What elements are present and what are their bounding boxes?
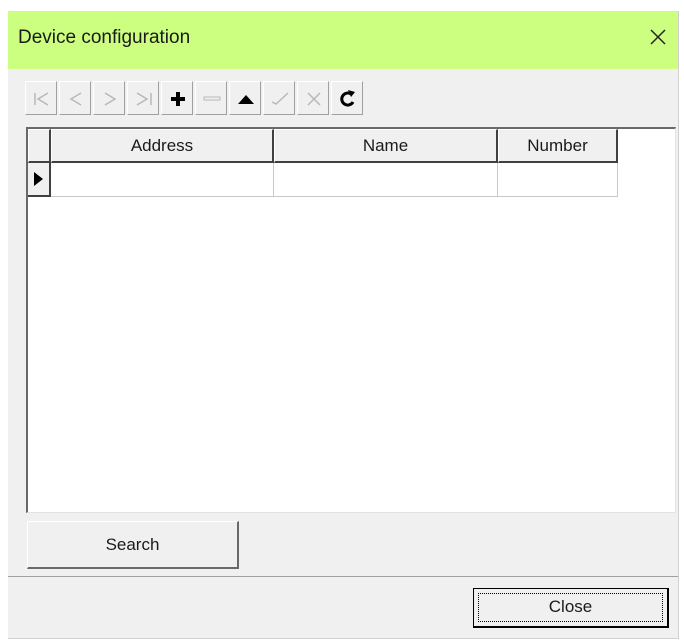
edit-record-icon <box>238 95 254 104</box>
last-record-icon <box>136 92 152 106</box>
close-icon <box>650 29 666 45</box>
close-button[interactable]: Close <box>473 588 669 628</box>
edit-record-button[interactable] <box>229 81 261 115</box>
window-title: Device configuration <box>18 27 191 48</box>
first-record-button[interactable] <box>25 81 57 115</box>
next-record-icon <box>104 92 117 106</box>
title-bar: Device configuration <box>8 11 678 69</box>
device-configuration-window: Device configuration Address Name Number… <box>8 11 679 639</box>
insert-record-button[interactable] <box>161 81 193 115</box>
column-header-number[interactable]: Number <box>498 129 618 163</box>
delete-record-icon <box>203 96 221 101</box>
post-edit-button[interactable] <box>263 81 295 115</box>
prior-record-button[interactable] <box>59 81 91 115</box>
cell-name[interactable] <box>274 163 498 197</box>
column-header-address[interactable]: Address <box>51 129 274 163</box>
cell-number[interactable] <box>498 163 618 197</box>
prior-record-icon <box>69 92 82 106</box>
device-grid[interactable]: Address Name Number <box>26 127 676 513</box>
current-row-arrow-icon <box>34 172 43 186</box>
last-record-button[interactable] <box>127 81 159 115</box>
insert-record-icon <box>171 92 185 106</box>
bottom-panel: Close <box>8 576 678 638</box>
close-window-button[interactable] <box>646 25 670 49</box>
cancel-edit-icon <box>307 92 321 106</box>
next-record-button[interactable] <box>93 81 125 115</box>
grid-corner <box>28 129 51 163</box>
post-edit-icon <box>271 92 289 105</box>
cancel-edit-button[interactable] <box>297 81 329 115</box>
cell-address[interactable] <box>51 163 274 197</box>
row-indicator[interactable] <box>28 163 51 197</box>
refresh-button[interactable] <box>331 81 363 115</box>
focus-rectangle <box>478 593 663 622</box>
delete-record-button[interactable] <box>195 81 227 115</box>
refresh-icon <box>340 90 355 107</box>
search-button[interactable]: Search <box>27 521 239 569</box>
column-header-name[interactable]: Name <box>274 129 498 163</box>
first-record-icon <box>34 92 49 106</box>
